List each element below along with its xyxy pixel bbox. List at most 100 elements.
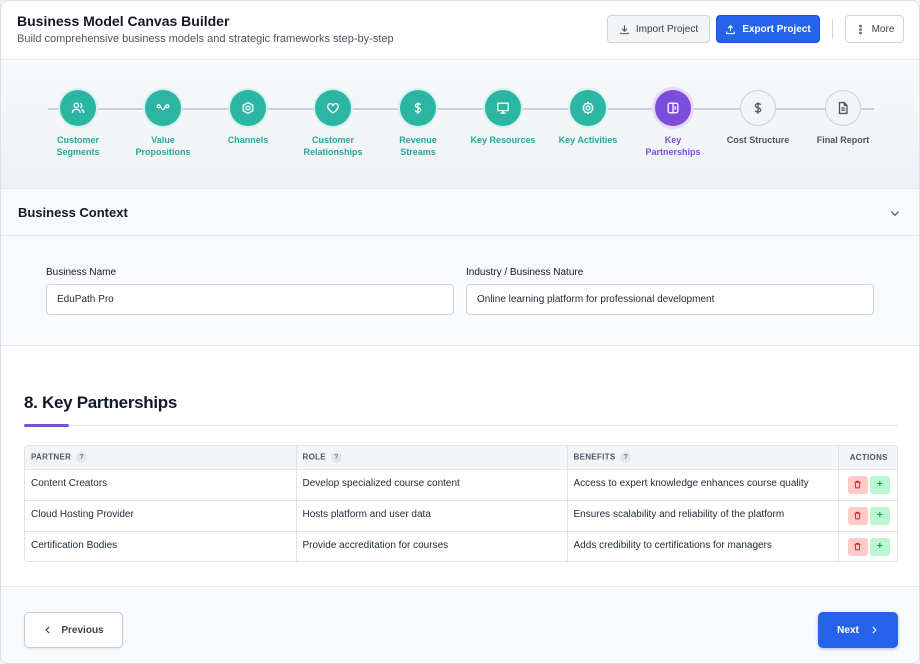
step-label: Cost Structure — [726, 135, 790, 145]
step-label: Customer Segments — [56, 135, 100, 157]
chevron-right-icon — [872, 626, 877, 634]
channels-icon — [242, 101, 254, 115]
step-circle — [740, 90, 776, 126]
section-divider — [24, 425, 898, 426]
actions-cell: + — [838, 469, 897, 501]
header-divider — [832, 19, 833, 39]
import-project-button[interactable]: Import Project — [607, 15, 710, 43]
column-header-benefits: BENEFITS? — [567, 446, 839, 470]
section-title: 8. Key Partnerships — [24, 393, 178, 412]
role-cell[interactable]: Provide accreditation for courses — [296, 531, 568, 561]
app-title: Business Model Canvas Builder — [17, 13, 230, 29]
delete-row-button[interactable] — [847, 475, 868, 494]
dollar-icon — [414, 102, 422, 114]
monitor-icon — [497, 102, 509, 114]
business-context-header[interactable]: Business Context — [1, 189, 919, 236]
partnerships-table: PARTNER? ROLE? BENEFITS? ACTIONS Content… — [24, 445, 898, 562]
step-label: Channels — [227, 135, 269, 145]
column-header-partner: PARTNER? — [25, 446, 297, 470]
next-button[interactable]: Next — [818, 612, 898, 648]
more-vertical-icon — [858, 24, 862, 34]
more-label: More — [871, 23, 895, 35]
step-label: Value Propositions — [135, 135, 191, 157]
download-icon — [620, 24, 629, 34]
column-header-actions: ACTIONS — [838, 446, 897, 470]
step-circle — [145, 90, 181, 126]
step-label: Revenue Streams — [399, 135, 437, 157]
next-label: Next — [837, 624, 859, 636]
industry-label: Industry / Business Nature — [466, 267, 584, 278]
export-project-label: Export Project — [742, 23, 811, 35]
step-label: Key Activities — [558, 135, 618, 145]
step-customer-relationships[interactable]: Customer Relationships — [293, 90, 373, 158]
step-circle — [485, 90, 521, 126]
help-icon[interactable]: ? — [330, 451, 342, 463]
add-row-button[interactable]: + — [869, 475, 890, 494]
benefits-cell[interactable]: Access to expert knowledge enhances cour… — [567, 469, 839, 501]
table-row: Content Creators Develop specialized cou… — [25, 469, 897, 501]
partnership-icon — [667, 102, 679, 114]
step-cost-structure[interactable]: Cost Structure — [718, 90, 798, 146]
help-icon[interactable]: ? — [76, 451, 88, 463]
benefits-cell[interactable]: Adds credibility to certifications for m… — [567, 531, 839, 561]
app-subtitle: Build comprehensive business models and … — [17, 33, 394, 45]
step-channels[interactable]: Channels — [208, 90, 288, 146]
actions-cell: + — [838, 500, 897, 532]
step-circle — [315, 90, 351, 126]
export-project-button[interactable]: Export Project — [716, 15, 820, 43]
step-final-report[interactable]: Final Report — [803, 90, 883, 146]
business-context-panel: Business Context Business Name Industry … — [1, 189, 919, 346]
benefits-cell[interactable]: Ensures scalability and reliability of t… — [567, 500, 839, 532]
table-row: Certification Bodies Provide accreditati… — [25, 531, 897, 561]
step-label: Key Resources — [470, 135, 536, 145]
chevron-left-icon — [45, 626, 51, 634]
help-icon[interactable]: ? — [620, 451, 632, 463]
import-project-label: Import Project — [635, 23, 699, 35]
business-name-input[interactable] — [46, 284, 454, 315]
dollar-icon — [754, 102, 762, 114]
step-key-resources[interactable]: Key Resources — [463, 90, 543, 146]
footer-nav: Previous Next — [1, 586, 919, 663]
users-icon — [71, 102, 85, 113]
business-context-title: Business Context — [18, 205, 128, 220]
trash-icon — [854, 542, 861, 550]
role-cell[interactable]: Develop specialized course content — [296, 469, 568, 501]
delete-row-button[interactable] — [847, 506, 868, 525]
actions-cell: + — [838, 531, 897, 561]
gear-icon — [582, 101, 594, 115]
upload-icon — [726, 24, 736, 34]
step-key-partnerships[interactable]: Key Partnerships — [633, 90, 713, 158]
app-window: Business Model Canvas Builder Build comp… — [0, 0, 920, 664]
add-row-button[interactable]: + — [869, 506, 890, 525]
step-label: Final Report — [816, 135, 870, 145]
header: Business Model Canvas Builder Build comp… — [1, 1, 919, 60]
partner-cell[interactable]: Cloud Hosting Provider — [25, 500, 297, 532]
step-circle — [825, 90, 861, 126]
trash-icon — [854, 511, 861, 519]
business-name-label: Business Name — [46, 267, 117, 278]
step-circle — [400, 90, 436, 126]
step-circle — [655, 90, 691, 126]
step-circle — [60, 90, 96, 126]
previous-button[interactable]: Previous — [24, 612, 123, 648]
chevron-down-icon[interactable] — [889, 207, 901, 219]
step-label: Customer Relationships — [303, 135, 363, 157]
partner-cell[interactable]: Certification Bodies — [25, 531, 297, 561]
table-header-row: PARTNER? ROLE? BENEFITS? ACTIONS — [25, 446, 897, 470]
role-cell[interactable]: Hosts platform and user data — [296, 500, 568, 532]
delete-row-button[interactable] — [847, 537, 868, 556]
step-circle — [230, 90, 266, 126]
previous-label: Previous — [61, 624, 104, 636]
column-header-role: ROLE? — [296, 446, 568, 470]
industry-input[interactable] — [466, 284, 874, 315]
more-button[interactable]: More — [845, 15, 904, 43]
step-value-propositions[interactable]: Value Propositions — [123, 90, 203, 158]
partner-cell[interactable]: Content Creators — [25, 469, 297, 501]
table-row: Cloud Hosting Provider Hosts platform an… — [25, 500, 897, 532]
step-customer-segments[interactable]: Customer Segments — [38, 90, 118, 158]
step-revenue-streams[interactable]: Revenue Streams — [378, 90, 458, 158]
section-accent-bar — [24, 424, 69, 427]
step-key-activities[interactable]: Key Activities — [548, 90, 628, 146]
add-row-button[interactable]: + — [869, 537, 890, 556]
document-icon — [838, 101, 848, 115]
